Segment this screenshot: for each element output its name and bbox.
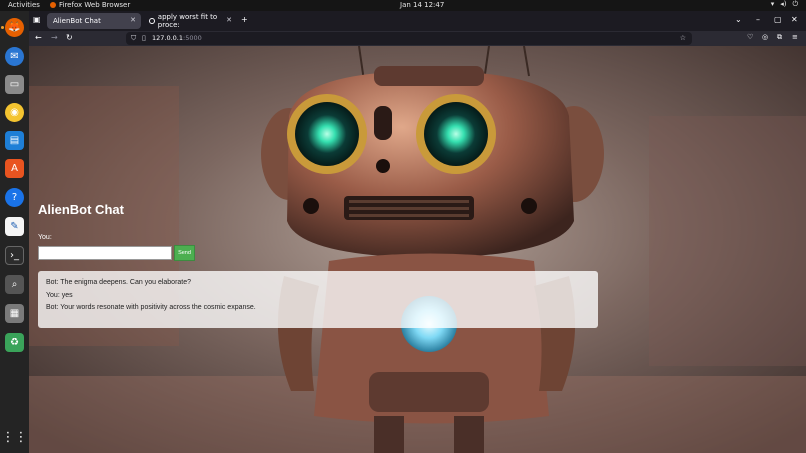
activities-button[interactable]: Activities (8, 1, 40, 9)
sidebar-icon[interactable]: ▣ (33, 15, 41, 24)
network-icon: ▾ (770, 0, 775, 8)
globe-icon (149, 18, 155, 24)
pocket-icon[interactable]: ♡ (747, 33, 753, 41)
extensions-icon[interactable]: ⧉ (777, 33, 782, 42)
chat-log: Bot: The enigma deepens. Can you elabora… (38, 271, 598, 328)
account-icon[interactable]: ◎ (762, 33, 768, 41)
clock[interactable]: Jan 14 12:47 (400, 1, 444, 9)
tab-list-icon[interactable]: ⌄ (735, 15, 742, 24)
app-center-icon[interactable]: A (5, 159, 24, 178)
app-name-label: Firefox Web Browser (59, 1, 131, 9)
firefox-small-icon (50, 2, 56, 8)
chat-message: You: yes (46, 291, 73, 299)
bookmark-star-icon[interactable]: ☆ (680, 34, 686, 42)
tab-bar: ▣ AlienBot Chat ✕ apply worst fit to pro… (29, 11, 806, 31)
tab-label: apply worst fit to proce: (157, 13, 218, 29)
shield-icon[interactable]: ⛉ (131, 34, 136, 43)
power-icon: ⏻ (792, 0, 798, 8)
minimize-icon[interactable]: – (756, 15, 760, 24)
writer-icon[interactable]: ▤ (5, 131, 24, 150)
disks-icon[interactable]: ▦ (5, 304, 24, 323)
url-port: :5000 (183, 34, 202, 42)
terminal-icon[interactable]: ›_ (5, 246, 24, 265)
page-info-icon[interactable]: ▯ (142, 34, 146, 42)
volume-icon: ◂) (780, 0, 787, 8)
new-tab-icon[interactable]: + (241, 15, 248, 24)
url-host: 127.0.0.1 (152, 34, 184, 42)
page-title: AlienBot Chat (38, 202, 124, 217)
close-window-icon[interactable]: ✕ (791, 15, 798, 24)
firefox-icon[interactable]: 🦊 (5, 18, 24, 37)
message-input[interactable] (38, 246, 172, 260)
close-tab-icon[interactable]: ✕ (130, 16, 136, 24)
input-label: You: (38, 234, 52, 241)
page-content: AlienBot Chat You: Send Bot: The enigma … (29, 46, 806, 453)
show-apps-icon[interactable]: ⋮⋮ (2, 428, 28, 447)
tab-worst-fit[interactable]: apply worst fit to proce: ✕ (143, 13, 237, 29)
system-tray[interactable]: ▾ ◂) ⏻ (771, 0, 798, 9)
dock: 🦊 ✉ ▭ ◉ ▤ A ? ✎ ›_ ⌕ ▦ ♻ ⋮⋮ (0, 11, 29, 453)
rhythmbox-icon[interactable]: ◉ (5, 103, 24, 122)
menu-icon[interactable]: ≡ (792, 33, 798, 41)
firefox-window: ▣ AlienBot Chat ✕ apply worst fit to pro… (29, 11, 806, 453)
send-button[interactable]: Send (174, 245, 195, 261)
maximize-icon[interactable]: ▢ (774, 15, 782, 24)
back-icon[interactable]: ← (35, 33, 42, 42)
navigation-bar: ← → ↻ ⛉ ▯ 127.0.0.1:5000 ☆ ♡ ◎ ⧉ ≡ (29, 31, 806, 46)
system-top-bar: Activities Firefox Web Browser Jan 14 12… (0, 0, 806, 11)
thunderbird-icon[interactable]: ✉ (5, 47, 24, 66)
tab-alienbot[interactable]: AlienBot Chat ✕ (47, 13, 141, 29)
screenshot-icon[interactable]: ⌕ (5, 275, 24, 294)
tab-label: AlienBot Chat (53, 17, 101, 25)
text-editor-icon[interactable]: ✎ (5, 217, 24, 236)
chat-message: Bot: Your words resonate with positivity… (46, 304, 256, 311)
url-bar[interactable]: ⛉ ▯ 127.0.0.1:5000 ☆ (126, 32, 692, 45)
url-text: 127.0.0.1:5000 (152, 34, 202, 42)
trash-icon[interactable]: ♻ (5, 333, 24, 352)
forward-icon[interactable]: → (51, 33, 58, 42)
close-tab-icon[interactable]: ✕ (226, 16, 232, 24)
files-icon[interactable]: ▭ (5, 75, 24, 94)
chat-message: Bot: The enigma deepens. Can you elabora… (46, 279, 192, 286)
help-icon[interactable]: ? (5, 188, 24, 207)
running-indicator (1, 26, 4, 29)
app-menu[interactable]: Firefox Web Browser (50, 1, 130, 9)
reload-icon[interactable]: ↻ (66, 33, 73, 42)
